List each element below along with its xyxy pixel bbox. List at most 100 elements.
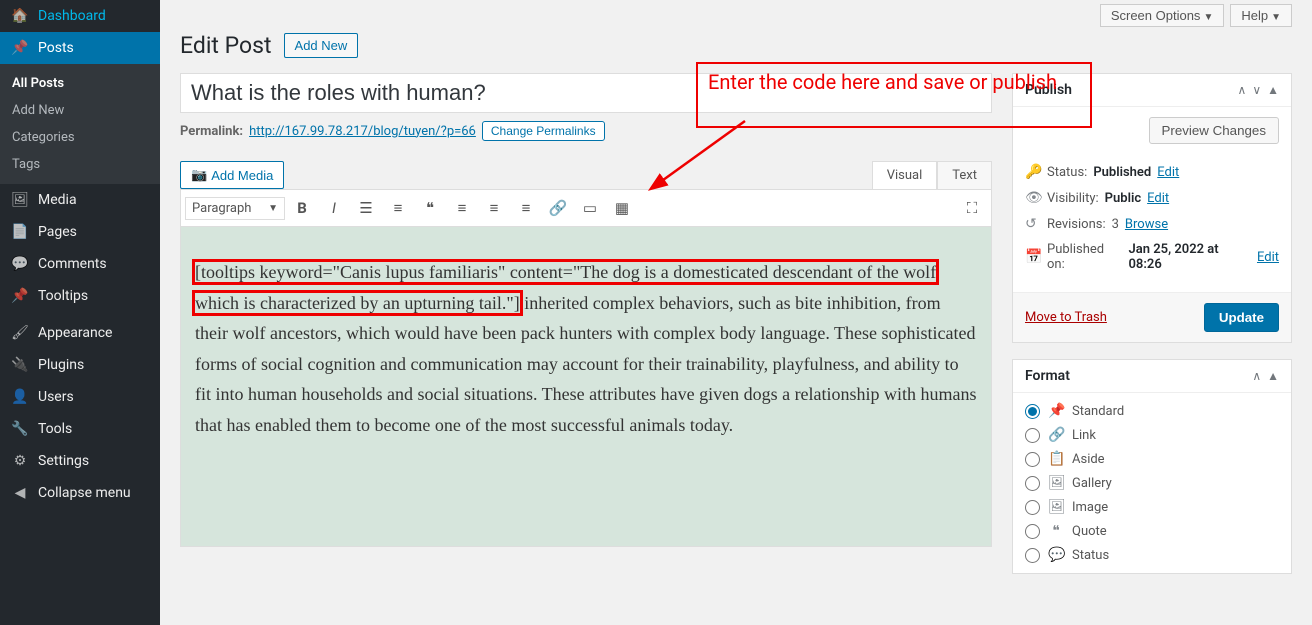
update-button[interactable]: Update: [1204, 303, 1279, 332]
sidebar-item-posts[interactable]: 📌 Posts: [0, 32, 160, 64]
format-option-link[interactable]: 🔗 Link: [1025, 427, 1279, 443]
numbered-list-button[interactable]: ≡: [383, 194, 413, 222]
format-radio[interactable]: [1025, 452, 1040, 467]
status-label: Status:: [1047, 165, 1087, 180]
tab-text[interactable]: Text: [937, 161, 992, 189]
add-new-button[interactable]: Add New: [284, 33, 359, 58]
sidebar-collapse[interactable]: ◀ Collapse menu: [0, 477, 160, 509]
chevron-down-icon: ▼: [1203, 12, 1213, 23]
post-title-input[interactable]: [180, 73, 992, 113]
add-media-label: Add Media: [211, 168, 273, 183]
link-button[interactable]: 🔗: [543, 194, 573, 222]
change-permalinks-button[interactable]: Change Permalinks: [482, 121, 605, 141]
move-up-icon[interactable]: ∧: [1238, 83, 1247, 97]
sidebar-item-pages[interactable]: 📄 Pages: [0, 216, 160, 248]
sidebar-item-plugins[interactable]: 🔌 Plugins: [0, 349, 160, 381]
sidebar-item-label: Plugins: [38, 357, 84, 373]
format-icon: 💬: [1048, 547, 1064, 563]
sidebar-item-label: Pages: [38, 224, 77, 240]
format-option-aside[interactable]: 📋Aside: [1025, 451, 1279, 467]
sidebar-item-label: Tools: [38, 421, 72, 437]
sidebar-item-label: Comments: [38, 256, 107, 272]
calendar-icon: 📅: [1025, 249, 1041, 265]
help-button[interactable]: Help▼: [1230, 4, 1292, 27]
align-center-button[interactable]: ≡: [479, 194, 509, 222]
format-option-status[interactable]: 💬Status: [1025, 547, 1279, 563]
settings-icon: ⚙: [10, 453, 30, 469]
edit-date-link[interactable]: Edit: [1257, 250, 1279, 265]
sidebar-item-tooltips[interactable]: 📌 Tooltips: [0, 280, 160, 312]
format-radio[interactable]: [1025, 500, 1040, 515]
fullscreen-button[interactable]: ⛶: [957, 194, 987, 222]
align-right-button[interactable]: ≡: [511, 194, 541, 222]
format-option-standard[interactable]: 📌Standard: [1025, 403, 1279, 419]
toolbar-toggle-button[interactable]: ▦: [607, 194, 637, 222]
eye-icon: 👁: [1025, 190, 1041, 206]
sidebar-sub-add-new[interactable]: Add New: [0, 97, 160, 124]
tools-icon: 🔧: [10, 421, 30, 437]
format-option-quote[interactable]: ❝Quote: [1025, 523, 1279, 539]
sidebar-item-users[interactable]: 👤 Users: [0, 381, 160, 413]
format-select-label: Paragraph: [192, 201, 251, 216]
format-radio[interactable]: [1025, 524, 1040, 539]
toggle-icon[interactable]: ▲: [1267, 369, 1279, 383]
format-radio[interactable]: [1025, 476, 1040, 491]
toggle-icon[interactable]: ▲: [1267, 83, 1279, 97]
publish-header[interactable]: Publish ∧ ∨ ▲: [1013, 74, 1291, 107]
sidebar-item-media[interactable]: 🖼 Media: [0, 184, 160, 216]
format-radio[interactable]: [1025, 404, 1040, 419]
tooltips-icon: 📌: [10, 288, 30, 304]
chevron-down-icon: ▼: [1271, 12, 1281, 23]
plugins-icon: 🔌: [10, 357, 30, 373]
preview-changes-button[interactable]: Preview Changes: [1149, 117, 1279, 144]
screen-options-button[interactable]: Screen Options▼: [1100, 4, 1225, 27]
format-icon: ❝: [1048, 523, 1064, 539]
format-option-label: Gallery: [1072, 476, 1112, 491]
italic-button[interactable]: I: [319, 194, 349, 222]
bulleted-list-button[interactable]: ☰: [351, 194, 381, 222]
sidebar-item-tools[interactable]: 🔧 Tools: [0, 413, 160, 445]
format-radio[interactable]: [1025, 428, 1040, 443]
tab-visual[interactable]: Visual: [872, 161, 938, 189]
browse-revisions-link[interactable]: Browse: [1125, 217, 1168, 232]
appearance-icon: 🖌: [10, 325, 30, 341]
sidebar-item-appearance[interactable]: 🖌 Appearance: [0, 317, 160, 349]
blockquote-button[interactable]: ❝: [415, 194, 445, 222]
format-select[interactable]: Paragraph ▼: [185, 197, 285, 220]
format-title: Format: [1025, 368, 1070, 384]
sidebar-item-settings[interactable]: ⚙ Settings: [0, 445, 160, 477]
format-option-label: Aside: [1072, 452, 1105, 467]
sidebar-item-dashboard[interactable]: 🏠 Dashboard: [0, 0, 160, 32]
sidebar-sub-categories[interactable]: Categories: [0, 124, 160, 151]
format-metabox: Format ∧ ▲ 📌Standard🔗Link📋Aside🖼Gallery🖼…: [1012, 359, 1292, 574]
move-down-icon[interactable]: ∨: [1252, 83, 1261, 97]
sidebar-sub-all-posts[interactable]: All Posts: [0, 70, 160, 97]
format-icon: 🖼: [1048, 475, 1064, 491]
publish-metabox: Publish ∧ ∨ ▲ Preview Changes 🔑 St: [1012, 73, 1292, 343]
publish-title: Publish: [1025, 82, 1072, 98]
format-radio[interactable]: [1025, 548, 1040, 563]
format-icon: 🔗: [1048, 427, 1064, 443]
sidebar-item-comments[interactable]: 💬 Comments: [0, 248, 160, 280]
sidebar-item-label: Settings: [38, 453, 89, 469]
align-left-button[interactable]: ≡: [447, 194, 477, 222]
editor-content[interactable]: [tooltips keyword="Canis lupus familiari…: [180, 227, 992, 547]
move-to-trash-link[interactable]: Move to Trash: [1025, 310, 1107, 325]
permalink-url[interactable]: http://167.99.78.217/blog/tuyen/?p=66: [249, 124, 476, 139]
comments-icon: 💬: [10, 256, 30, 272]
page-title: Edit Post: [180, 32, 272, 59]
format-option-label: Link: [1072, 428, 1096, 443]
edit-status-link[interactable]: Edit: [1157, 165, 1179, 180]
format-option-image[interactable]: 🖼Image: [1025, 499, 1279, 515]
users-icon: 👤: [10, 389, 30, 405]
revisions-value: 3: [1112, 217, 1119, 232]
readmore-button[interactable]: ▭: [575, 194, 605, 222]
format-option-gallery[interactable]: 🖼 Gallery: [1025, 475, 1279, 491]
edit-visibility-link[interactable]: Edit: [1147, 191, 1169, 206]
move-up-icon[interactable]: ∧: [1252, 369, 1261, 383]
format-header[interactable]: Format ∧ ▲: [1013, 360, 1291, 393]
status-value: Published: [1093, 165, 1151, 180]
bold-button[interactable]: B: [287, 194, 317, 222]
sidebar-sub-tags[interactable]: Tags: [0, 151, 160, 178]
add-media-button[interactable]: 📷 Add Media: [180, 161, 284, 189]
